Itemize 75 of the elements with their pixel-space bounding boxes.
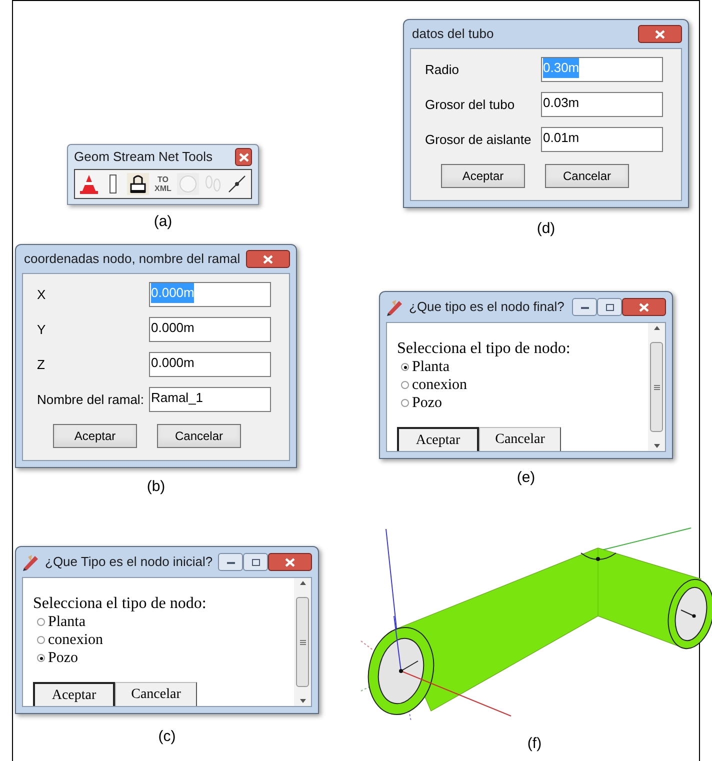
radio-button[interactable]: [37, 636, 45, 644]
scrollbar[interactable]: [648, 323, 665, 451]
accept-button[interactable]: Aceptar: [441, 164, 525, 188]
close-icon: [285, 558, 295, 566]
minimize-button[interactable]: [572, 298, 597, 316]
close-icon: [263, 254, 273, 264]
cone-icon[interactable]: [78, 173, 100, 195]
text-field[interactable]: Ramal_1: [149, 387, 271, 412]
window-title: datos del tubo: [412, 25, 494, 44]
figure-caption: (c): [158, 727, 176, 747]
scrollbar[interactable]: [294, 578, 311, 706]
cancel-button[interactable]: Cancelar: [115, 682, 197, 706]
maximize-icon: [604, 302, 614, 312]
accept-button[interactable]: Aceptar: [397, 427, 479, 451]
radio-button[interactable]: [401, 363, 409, 371]
option-label: conexion: [412, 376, 467, 394]
radio-button[interactable]: [401, 381, 409, 389]
figure-caption: (f): [527, 734, 542, 754]
accept-button[interactable]: Aceptar: [53, 424, 137, 448]
text-field[interactable]: 0.03m: [541, 92, 663, 117]
cancel-button[interactable]: Cancelar: [479, 427, 561, 451]
field-label: Nombre del ramal:: [37, 390, 145, 409]
close-button[interactable]: [235, 148, 252, 166]
pencil-icon: [22, 553, 40, 571]
radio-button[interactable]: [401, 399, 409, 407]
close-button[interactable]: [622, 298, 666, 316]
radio-button[interactable]: [37, 654, 45, 662]
field-label: Radio: [425, 60, 460, 79]
xml-tool-button[interactable]: TO XML: [150, 173, 175, 195]
scroll-up-icon[interactable]: [300, 581, 306, 585]
figure-caption: (a): [154, 212, 172, 232]
grip-icon: [300, 640, 306, 644]
prompt-text: Selecciona el tipo de nodo:: [397, 339, 572, 358]
cancel-button[interactable]: Cancelar: [545, 164, 629, 188]
close-button[interactable]: [638, 25, 682, 43]
text-field[interactable]: 0.000m: [149, 317, 271, 342]
minimize-button[interactable]: [218, 553, 243, 571]
grip-icon: [654, 384, 660, 390]
close-icon: [238, 152, 248, 162]
maximize-button[interactable]: [597, 298, 622, 316]
field-label: Grosor del tubo: [425, 96, 516, 114]
radio-button[interactable]: [37, 618, 45, 626]
scrollbar-thumb[interactable]: [296, 597, 309, 687]
close-button[interactable]: [246, 250, 290, 268]
maximize-button[interactable]: [243, 553, 268, 571]
window-title: ¿Que tipo es el nodo final?: [409, 298, 566, 316]
figure-caption: (d): [536, 219, 556, 239]
option-label: Pozo: [48, 649, 78, 667]
window-title: Geom Stream Net Tools: [74, 148, 212, 166]
close-icon: [655, 30, 665, 38]
field-label: Y: [37, 320, 47, 339]
close-button[interactable]: [268, 553, 312, 571]
option-label: Planta: [412, 358, 450, 376]
field-label: Grosor de aislante: [425, 130, 532, 149]
figure-caption: (e): [516, 468, 536, 488]
text-field[interactable]: 0.000m: [149, 352, 271, 377]
field-label: Z: [37, 356, 46, 374]
scroll-down-icon[interactable]: [654, 444, 660, 448]
pencil-icon: [386, 298, 404, 316]
maximize-icon: [250, 558, 260, 566]
scrollbar-thumb[interactable]: [650, 342, 663, 432]
cancel-button[interactable]: Cancelar: [157, 424, 241, 448]
option-label: Pozo: [412, 394, 442, 412]
accept-button[interactable]: Aceptar: [33, 682, 115, 706]
window-title: coordenadas nodo, nombre del ramal: [24, 250, 240, 268]
close-icon: [639, 302, 649, 312]
field-label: X: [37, 286, 47, 304]
window-title: ¿Que Tipo es el nodo inicial?: [45, 553, 213, 572]
scroll-down-icon[interactable]: [300, 699, 306, 703]
option-label: conexion: [48, 631, 103, 649]
prompt-text: Selecciona el tipo de nodo:: [33, 594, 208, 613]
text-field[interactable]: 0.01m: [541, 127, 663, 152]
option-label: Planta: [48, 613, 86, 631]
scroll-up-icon[interactable]: [654, 326, 660, 330]
figure-caption: (b): [146, 477, 166, 497]
